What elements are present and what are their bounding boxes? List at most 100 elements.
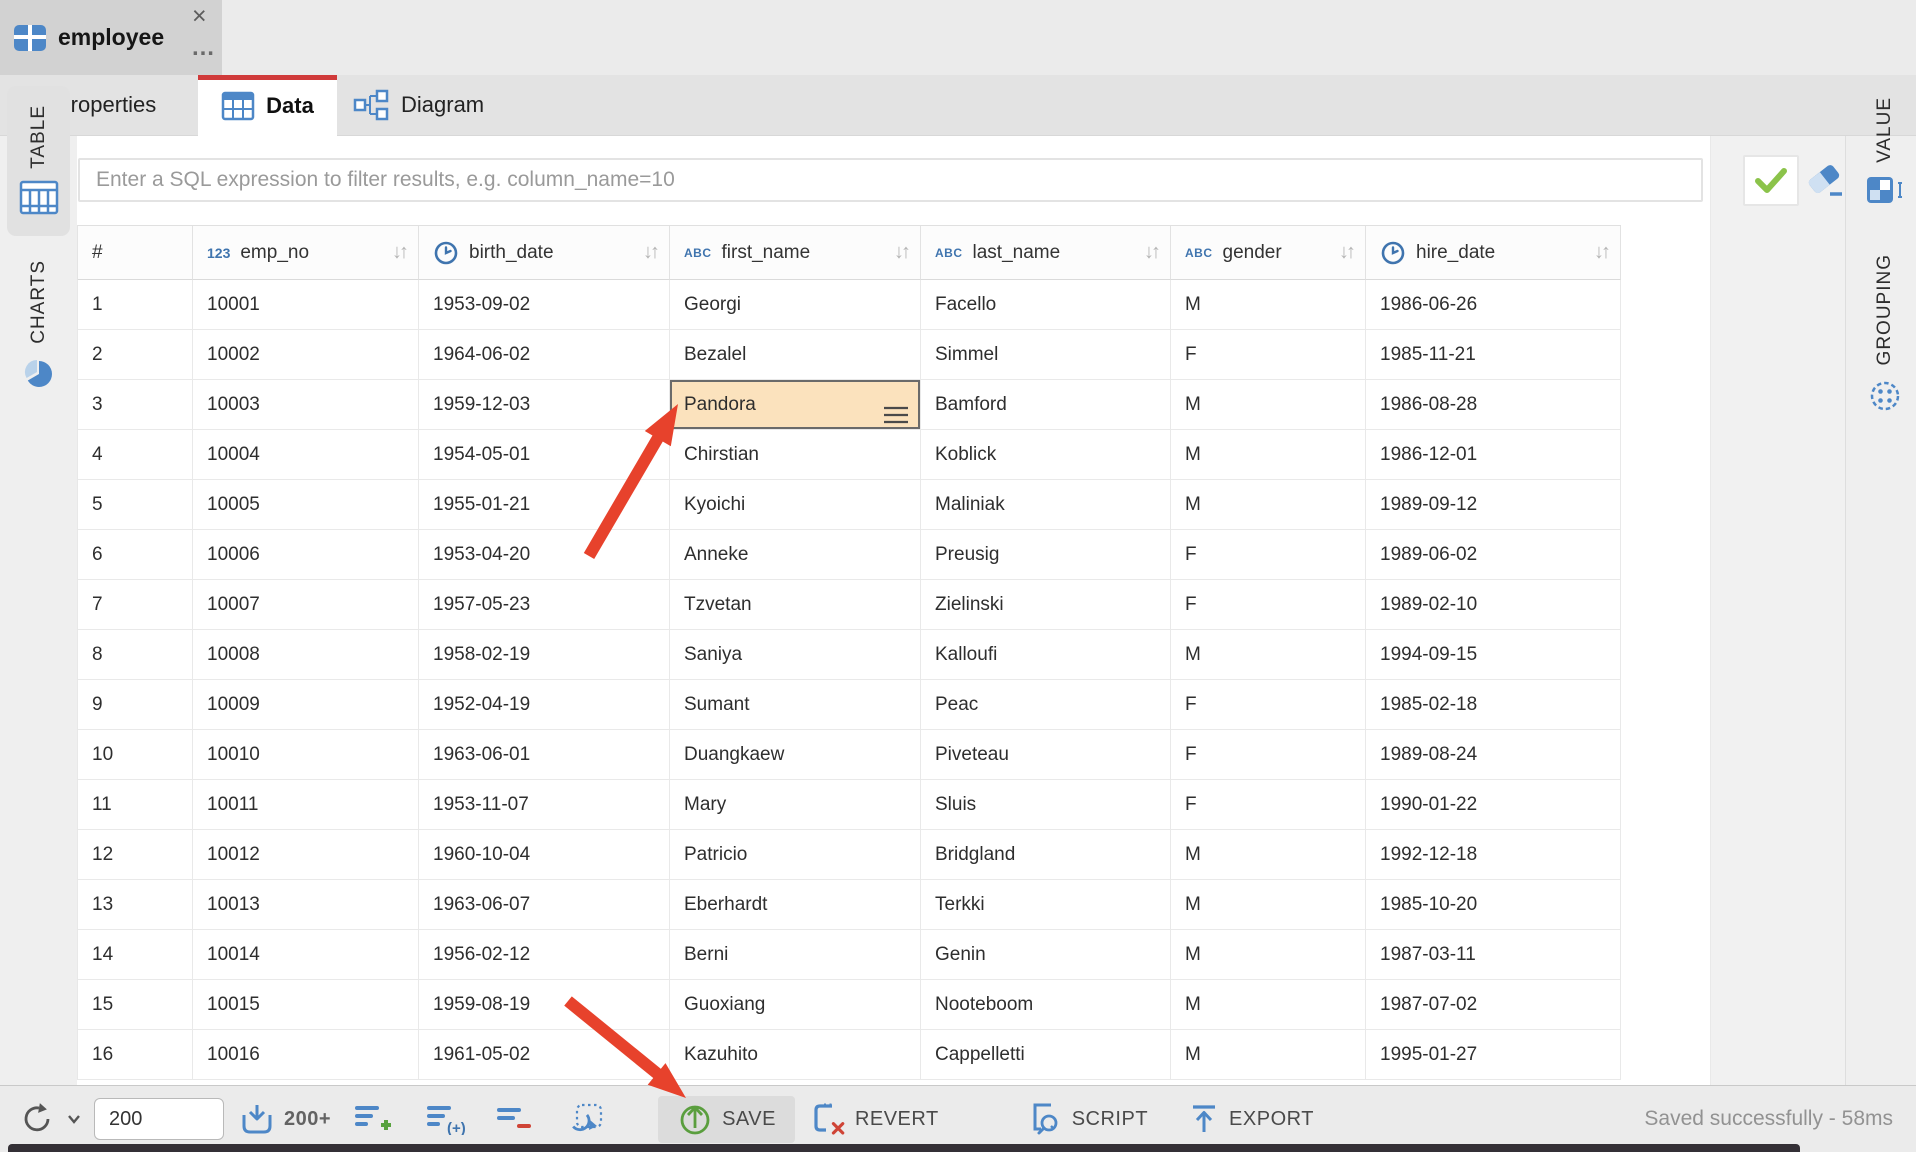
cell-last_name[interactable]: Terkki <box>921 880 1171 930</box>
cell-emp_no[interactable]: 10001 <box>193 280 419 330</box>
add-row-button[interactable] <box>353 1103 391 1135</box>
column-header-hire-date[interactable]: hire_date ↓↑ <box>1366 226 1621 280</box>
fetch-more-button[interactable]: 200+ <box>239 1102 331 1136</box>
rail-tab-grouping[interactable]: GROUPING <box>1856 254 1914 413</box>
cell-emp_no[interactable]: 10009 <box>193 680 419 730</box>
refresh-button[interactable] <box>20 1101 81 1137</box>
save-button[interactable]: SAVE <box>658 1096 795 1143</box>
column-header-gender[interactable]: ABC gender ↓↑ <box>1171 226 1366 280</box>
sql-filter-input[interactable] <box>78 158 1703 202</box>
cell-birth_date[interactable]: 1954-05-01 <box>419 430 670 480</box>
cell-gender[interactable]: M <box>1171 1030 1366 1080</box>
cell-emp_no[interactable]: 10014 <box>193 930 419 980</box>
cell-last_name[interactable]: Bridgland <box>921 830 1171 880</box>
cell-hire_date[interactable]: 1989-09-12 <box>1366 480 1621 530</box>
sort-icon[interactable]: ↓↑ <box>643 241 659 264</box>
sort-icon[interactable]: ↓↑ <box>1144 241 1160 264</box>
column-header-last-name[interactable]: ABC last_name ↓↑ <box>921 226 1171 280</box>
cell-first_name[interactable]: Mary <box>670 780 921 830</box>
cell-first_name[interactable]: Eberhardt <box>670 880 921 930</box>
cell-gender[interactable]: M <box>1171 280 1366 330</box>
cell-hire_date[interactable]: 1992-12-18 <box>1366 830 1621 880</box>
cell-birth_date[interactable]: 1959-12-03 <box>419 380 670 430</box>
cell-row_num[interactable]: 12 <box>78 830 193 880</box>
cell-emp_no[interactable]: 10004 <box>193 430 419 480</box>
cell-emp_no[interactable]: 10016 <box>193 1030 419 1080</box>
cell-gender[interactable]: M <box>1171 830 1366 880</box>
cell-gender[interactable]: F <box>1171 780 1366 830</box>
tab-data[interactable]: Data <box>198 75 337 137</box>
cell-hire_date[interactable]: 1994-09-15 <box>1366 630 1621 680</box>
column-header-rownum[interactable]: # <box>78 226 193 280</box>
cell-last_name[interactable]: Simmel <box>921 330 1171 380</box>
cell-last_name[interactable]: Maliniak <box>921 480 1171 530</box>
cell-last_name[interactable]: Facello <box>921 280 1171 330</box>
export-button[interactable]: EXPORT <box>1188 1102 1314 1136</box>
cell-gender[interactable]: F <box>1171 730 1366 780</box>
cell-row_num[interactable]: 14 <box>78 930 193 980</box>
cell-birth_date[interactable]: 1953-11-07 <box>419 780 670 830</box>
cell-first_name[interactable]: Patricio <box>670 830 921 880</box>
editor-tab-employee[interactable]: employee × … <box>0 0 222 75</box>
cell-first_name[interactable]: Kazuhito <box>670 1030 921 1080</box>
cell-row_num[interactable]: 16 <box>78 1030 193 1080</box>
cell-gender[interactable]: M <box>1171 430 1366 480</box>
rail-tab-table[interactable]: TABLE <box>7 86 70 236</box>
script-button[interactable]: SCRIPT <box>1027 1101 1148 1137</box>
cell-first_name[interactable]: Georgi <box>670 280 921 330</box>
cell-emp_no[interactable]: 10005 <box>193 480 419 530</box>
cell-first_name[interactable]: Chirstian <box>670 430 921 480</box>
cell-first_name[interactable]: Berni <box>670 930 921 980</box>
cell-last_name[interactable]: Sluis <box>921 780 1171 830</box>
cell-gender[interactable]: F <box>1171 530 1366 580</box>
column-header-birth-date[interactable]: birth_date ↓↑ <box>419 226 670 280</box>
cell-row_num[interactable]: 8 <box>78 630 193 680</box>
cell-gender[interactable]: F <box>1171 680 1366 730</box>
rail-tab-charts[interactable]: CHARTS <box>7 260 70 389</box>
cell-row_num[interactable]: 10 <box>78 730 193 780</box>
cell-birth_date[interactable]: 1953-09-02 <box>419 280 670 330</box>
cell-emp_no[interactable]: 10013 <box>193 880 419 930</box>
cell-birth_date[interactable]: 1953-04-20 <box>419 530 670 580</box>
cell-last_name[interactable]: Kalloufi <box>921 630 1171 680</box>
cell-row_num[interactable]: 2 <box>78 330 193 380</box>
refresh-grid-button[interactable] <box>567 1102 605 1136</box>
fetch-size-input[interactable] <box>94 1098 224 1140</box>
cell-first_name[interactable]: Anneke <box>670 530 921 580</box>
cell-emp_no[interactable]: 10010 <box>193 730 419 780</box>
revert-button[interactable]: REVERT <box>810 1101 939 1137</box>
cell-first_name[interactable]: Guoxiang <box>670 980 921 1030</box>
cell-birth_date[interactable]: 1958-02-19 <box>419 630 670 680</box>
cell-last_name[interactable]: Preusig <box>921 530 1171 580</box>
cell-last_name[interactable]: Bamford <box>921 380 1171 430</box>
cell-birth_date[interactable]: 1963-06-07 <box>419 880 670 930</box>
close-icon[interactable]: × <box>192 2 207 31</box>
cell-gender[interactable]: M <box>1171 630 1366 680</box>
cell-last_name[interactable]: Cappelletti <box>921 1030 1171 1080</box>
cell-birth_date[interactable]: 1957-05-23 <box>419 580 670 630</box>
cell-emp_no[interactable]: 10008 <box>193 630 419 680</box>
cell-row_num[interactable]: 6 <box>78 530 193 580</box>
cell-gender[interactable]: M <box>1171 930 1366 980</box>
cell-hire_date[interactable]: 1990-01-22 <box>1366 780 1621 830</box>
cell-gender[interactable]: F <box>1171 580 1366 630</box>
cell-row_num[interactable]: 9 <box>78 680 193 730</box>
cell-first_name[interactable]: Sumant <box>670 680 921 730</box>
cell-emp_no[interactable]: 10011 <box>193 780 419 830</box>
cell-hire_date[interactable]: 1985-11-21 <box>1366 330 1621 380</box>
cell-emp_no[interactable]: 10003 <box>193 380 419 430</box>
eraser-icon[interactable] <box>1804 161 1846 206</box>
cell-last_name[interactable]: Zielinski <box>921 580 1171 630</box>
sort-icon[interactable]: ↓↑ <box>392 241 408 264</box>
cell-birth_date[interactable]: 1960-10-04 <box>419 830 670 880</box>
cell-gender[interactable]: F <box>1171 330 1366 380</box>
cell-birth_date[interactable]: 1961-05-02 <box>419 1030 670 1080</box>
sort-icon[interactable]: ↓↑ <box>894 241 910 264</box>
cell-hire_date[interactable]: 1995-01-27 <box>1366 1030 1621 1080</box>
column-header-emp-no[interactable]: 123 emp_no ↓↑ <box>193 226 419 280</box>
cell-row_num[interactable]: 3 <box>78 380 193 430</box>
cell-hire_date[interactable]: 1987-03-11 <box>1366 930 1621 980</box>
apply-filter-button[interactable] <box>1743 155 1799 206</box>
cell-emp_no[interactable]: 10007 <box>193 580 419 630</box>
cell-first_name[interactable]: Kyoichi <box>670 480 921 530</box>
